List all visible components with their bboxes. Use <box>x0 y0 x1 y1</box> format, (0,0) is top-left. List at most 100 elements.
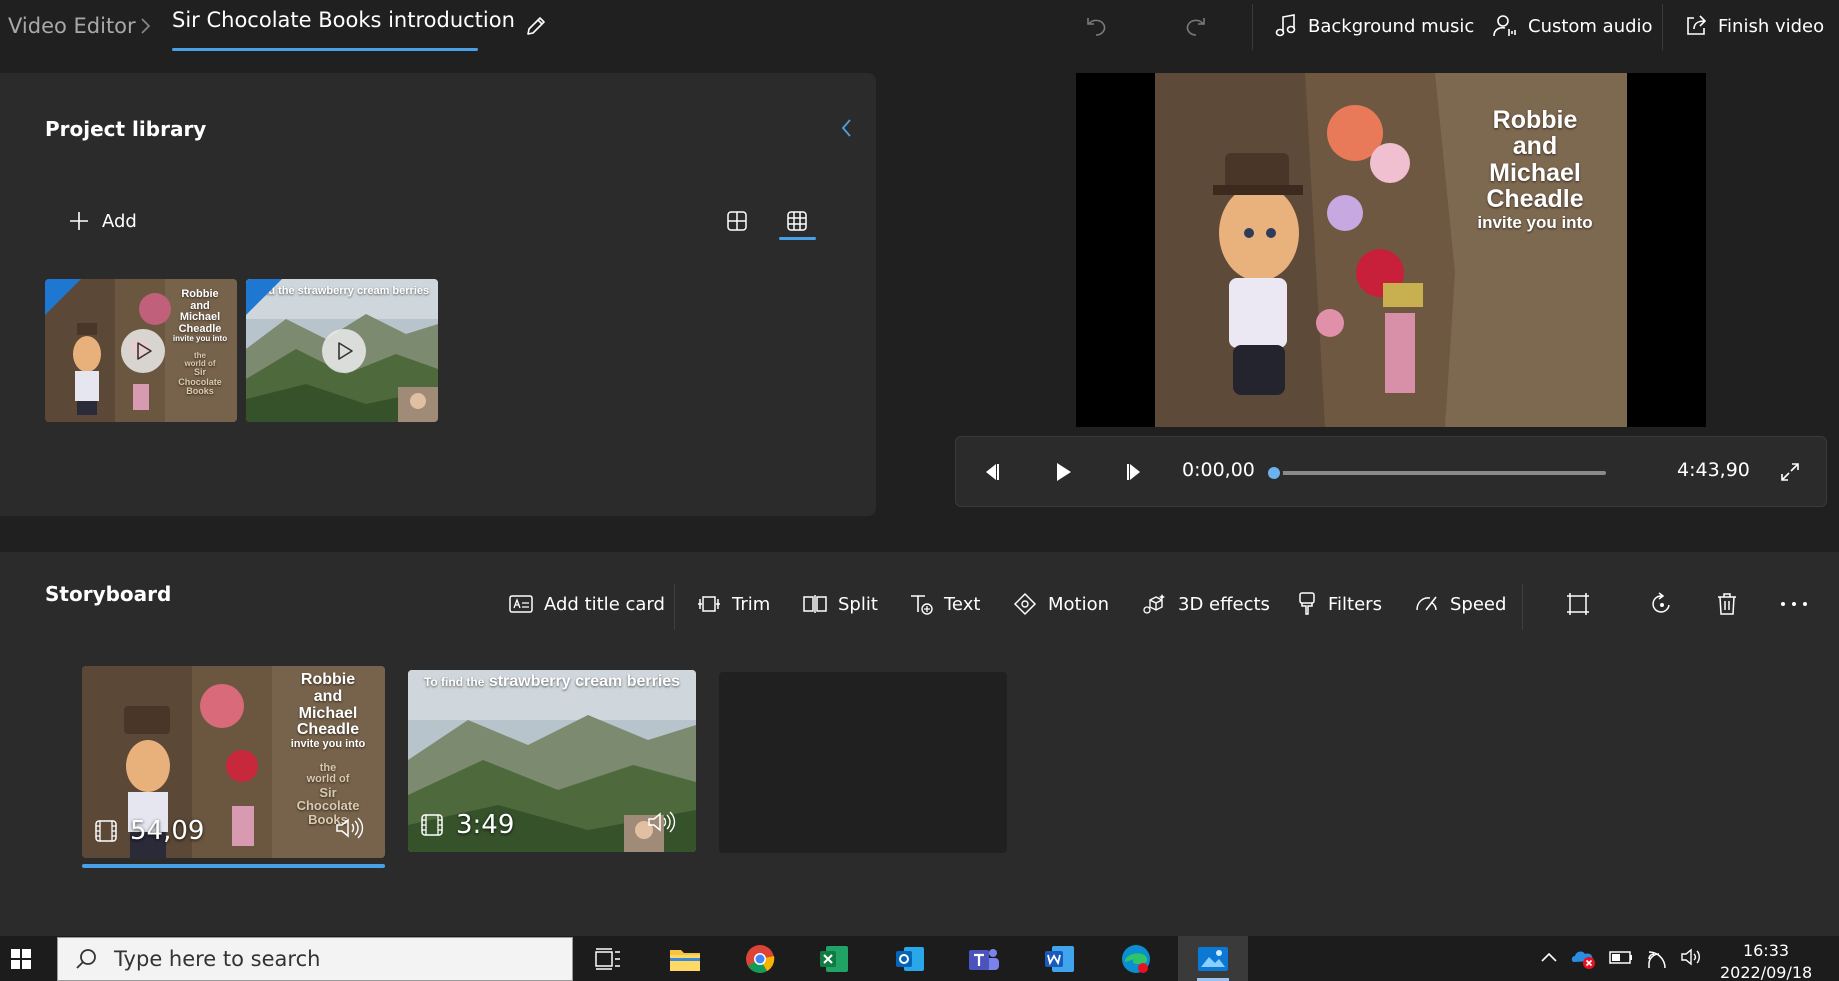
speaker-icon <box>648 811 676 833</box>
taskbar-clock[interactable]: 16:33 2022/09/18 <box>1720 940 1812 981</box>
clock-time: 16:33 <box>1742 941 1790 960</box>
rotate-clip-button[interactable] <box>1642 584 1682 624</box>
library-item-chocolate-intro[interactable]: Robbie and Michael Cheadle invite you in… <box>45 279 237 422</box>
custom-audio-button[interactable]: Custom audio <box>1492 8 1653 44</box>
taskbar-word[interactable] <box>1030 936 1090 981</box>
motion-button[interactable]: Motion <box>1012 588 1109 620</box>
network-status[interactable] <box>1645 946 1671 968</box>
taskbar-excel[interactable] <box>804 936 864 981</box>
finish-video-button[interactable]: Finish video <box>1684 8 1824 44</box>
video-preview[interactable]: Robbie and Michael Cheadle invite you in… <box>1076 73 1706 427</box>
trim-label: Trim <box>732 593 771 615</box>
redo-button[interactable] <box>1176 6 1216 46</box>
toolbar-divider <box>674 584 675 630</box>
clip-duration-text: 3:49 <box>456 810 515 840</box>
thumb-text-line: Michael <box>179 311 221 324</box>
excel-icon <box>820 945 848 972</box>
show-hidden-icons-button[interactable] <box>1538 946 1560 968</box>
taskbar-photos[interactable] <box>1178 936 1248 981</box>
clip-text-small: To find the <box>423 675 485 689</box>
battery-status[interactable] <box>1608 946 1634 968</box>
edge-icon <box>1122 944 1150 973</box>
folder-icon <box>670 949 700 971</box>
wifi-icon <box>1648 951 1666 968</box>
text-button[interactable]: Text <box>908 588 980 620</box>
trim-icon <box>698 596 720 612</box>
small-thumbnails-view-button[interactable] <box>777 201 817 241</box>
speed-label: Speed <box>1450 593 1507 615</box>
preview-text-line: Robbie <box>1492 106 1578 134</box>
volume-status[interactable] <box>1679 946 1705 968</box>
storyboard-clip-chocolate-intro[interactable]: Robbie and Michael Cheadle invite you in… <box>82 666 385 858</box>
3d-effects-button[interactable]: 3D effects <box>1142 588 1270 620</box>
add-title-card-button[interactable]: Add title card <box>508 588 665 620</box>
more-options-button[interactable] <box>1774 584 1814 624</box>
photos-icon <box>1198 946 1228 971</box>
background-music-button[interactable]: Background music <box>1274 8 1474 44</box>
library-item-strawberry-berries[interactable]: find the strawberry cream berries <box>246 279 438 422</box>
large-thumbnails-view-button[interactable] <box>717 201 757 241</box>
header-divider <box>1252 4 1253 50</box>
delete-clip-button[interactable] <box>1707 584 1747 624</box>
step-forward-icon <box>1127 464 1140 480</box>
total-time: 4:43,90 <box>1677 459 1750 481</box>
previous-frame-button[interactable] <box>972 453 1010 491</box>
split-button[interactable]: Split <box>802 588 878 620</box>
taskbar-edge[interactable] <box>1106 936 1166 981</box>
taskbar-file-explorer[interactable] <box>655 936 715 981</box>
filters-button[interactable]: Filters <box>1296 588 1382 620</box>
trim-button[interactable]: Trim <box>696 588 770 620</box>
text-label: Text <box>944 593 981 615</box>
added-to-project-marker <box>45 279 81 315</box>
taskbar-teams[interactable] <box>954 936 1014 981</box>
header-divider <box>1662 4 1663 50</box>
pencil-icon <box>527 17 545 35</box>
scrub-handle[interactable] <box>1265 464 1283 482</box>
play-icon <box>1057 463 1071 481</box>
empty-clip-slot[interactable] <box>719 672 1007 853</box>
music-note-icon <box>1275 14 1296 37</box>
taskbar-search-box[interactable]: Type here to search <box>57 937 573 981</box>
taskbar-chrome[interactable] <box>730 936 790 981</box>
start-button[interactable] <box>0 936 42 981</box>
search-icon <box>76 949 96 969</box>
breadcrumb-app-name[interactable]: Video Editor <box>8 14 136 38</box>
preview-text-line: invite you into <box>1477 213 1593 232</box>
scrub-bar[interactable] <box>1274 471 1606 475</box>
chevron-left-icon <box>841 119 851 137</box>
clip-text-line: and <box>313 687 343 705</box>
clip-text-line: Michael <box>298 704 358 722</box>
collapse-library-button[interactable] <box>832 113 862 143</box>
fullscreen-button[interactable] <box>1771 453 1809 491</box>
library-title: Project library <box>45 117 207 141</box>
onedrive-error-icon <box>1571 951 1595 969</box>
clip-volume-button[interactable] <box>334 816 364 840</box>
split-icon <box>803 595 827 613</box>
clip-volume-button[interactable] <box>646 810 676 834</box>
storyboard-clip-strawberry-berries[interactable]: To find the strawberry cream berries 3:4… <box>408 670 696 852</box>
film-strip-icon <box>95 820 117 842</box>
resize-clip-button[interactable] <box>1558 584 1598 624</box>
preview-frame: Robbie and Michael Cheadle invite you in… <box>1155 73 1627 427</box>
finish-video-label: Finish video <box>1718 15 1825 37</box>
header: Video Editor Sir Chocolate Books introdu… <box>0 0 1839 70</box>
add-media-button[interactable]: Add <box>68 203 137 239</box>
paint-brush-icon <box>1299 592 1315 615</box>
motion-icon <box>1013 592 1037 616</box>
taskbar-outlook[interactable] <box>880 936 940 981</box>
play-preview-button[interactable] <box>121 329 165 373</box>
project-title[interactable]: Sir Chocolate Books introduction <box>172 8 515 32</box>
play-preview-button[interactable] <box>322 329 366 373</box>
3d-effects-label: 3D effects <box>1178 593 1270 615</box>
play-button[interactable] <box>1044 453 1082 491</box>
chevron-up-icon <box>1541 952 1557 962</box>
task-view-button[interactable] <box>578 936 638 981</box>
next-frame-button[interactable] <box>1116 453 1154 491</box>
speed-button[interactable]: Speed <box>1414 588 1506 620</box>
redo-icon <box>1186 18 1205 36</box>
grid-small-icon <box>787 211 807 231</box>
undo-button[interactable] <box>1076 6 1116 46</box>
onedrive-status[interactable] <box>1570 946 1598 970</box>
expand-icon <box>1781 463 1799 481</box>
rename-project-button[interactable] <box>518 8 554 44</box>
